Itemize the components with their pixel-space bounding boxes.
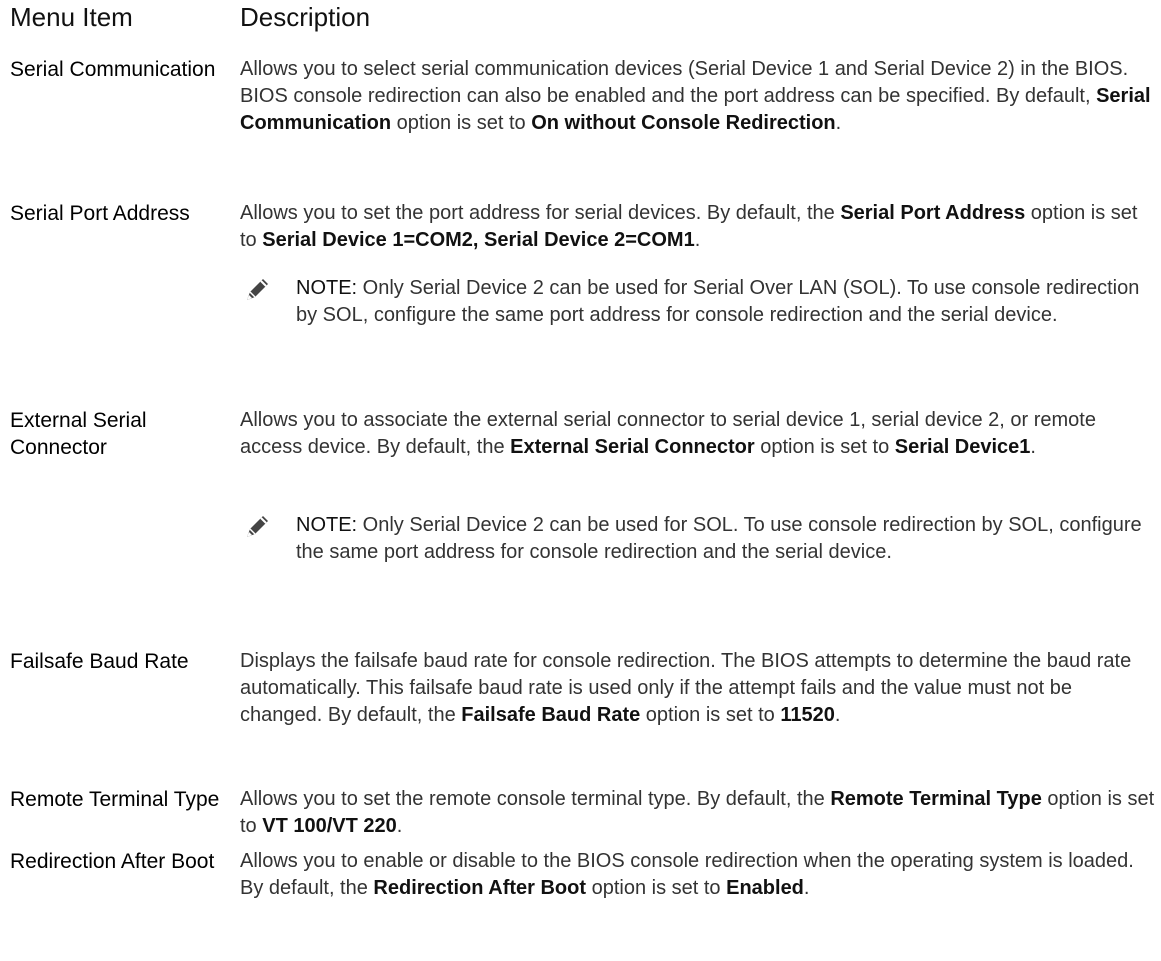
desc-text: . — [835, 112, 842, 134]
term-redirection-after-boot: Redirection After Boot — [10, 850, 215, 873]
desc-bold: 11520 — [780, 704, 835, 726]
desc-redirection-after-boot: Allows you to enable or disable to the B… — [240, 848, 1155, 902]
desc-text: option is set to — [640, 704, 781, 726]
header-menu-item: Menu Item — [10, 2, 133, 32]
desc-text: . — [396, 815, 403, 837]
desc-failsafe-baud-rate: Displays the failsafe baud rate for cons… — [240, 648, 1155, 729]
desc-bold: External Serial Connector — [510, 436, 755, 458]
note-label: NOTE: — [296, 277, 358, 299]
desc-external-serial-connector: Allows you to associate the external ser… — [240, 407, 1155, 461]
term-remote-terminal-type: Remote Terminal Type — [10, 788, 220, 811]
pencil-note-icon — [247, 279, 268, 300]
note-label: NOTE: — [296, 514, 358, 536]
desc-text: Allows you to set the remote console ter… — [240, 788, 831, 810]
desc-serial-port-address: Allows you to set the port address for s… — [240, 200, 1155, 254]
desc-bold: Serial Port Address — [840, 202, 1026, 224]
desc-text: option is set to — [391, 112, 532, 134]
desc-bold: On without Console Redirection — [531, 112, 836, 134]
document-page: Menu Item Description Serial Communicati… — [0, 0, 1161, 961]
header-description: Description — [240, 2, 371, 32]
desc-bold: VT 100/VT 220 — [262, 815, 397, 837]
desc-bold: Serial Device 1=COM2, Serial Device 2=CO… — [262, 229, 695, 251]
desc-text: Allows you to select serial communicatio… — [240, 58, 1129, 107]
desc-bold: Failsafe Baud Rate — [461, 704, 641, 726]
desc-text: . — [834, 704, 841, 726]
note-text: Only Serial Device 2 can be used for Ser… — [296, 277, 1140, 326]
desc-text: option is set to — [754, 436, 895, 458]
note-serial-port-address: NOTE: Only Serial Device 2 can be used f… — [296, 275, 1156, 329]
desc-serial-communication: Allows you to select serial communicatio… — [240, 56, 1155, 137]
desc-text: . — [1030, 436, 1036, 458]
desc-text: . — [694, 229, 701, 251]
term-serial-port-address: Serial Port Address — [10, 202, 190, 225]
pencil-note-icon — [247, 516, 268, 537]
desc-text: option is set to — [586, 877, 727, 899]
desc-bold: Serial Device1 — [894, 436, 1031, 458]
term-external-serial-connector: External Serial Connector — [10, 409, 147, 459]
desc-bold: Enabled — [726, 877, 804, 899]
note-text: Only Serial Device 2 can be used for SOL… — [296, 514, 1142, 563]
desc-bold: Remote Terminal Type — [830, 788, 1042, 810]
note-external-serial-connector: NOTE: Only Serial Device 2 can be used f… — [296, 512, 1156, 566]
term-failsafe-baud-rate: Failsafe Baud Rate — [10, 650, 189, 673]
desc-bold: Redirection After Boot — [373, 877, 587, 899]
desc-text: Allows you to set the port address for s… — [240, 202, 841, 224]
desc-remote-terminal-type: Allows you to set the remote console ter… — [240, 786, 1155, 840]
desc-text: . — [803, 877, 810, 899]
term-serial-communication: Serial Communication — [10, 58, 216, 81]
